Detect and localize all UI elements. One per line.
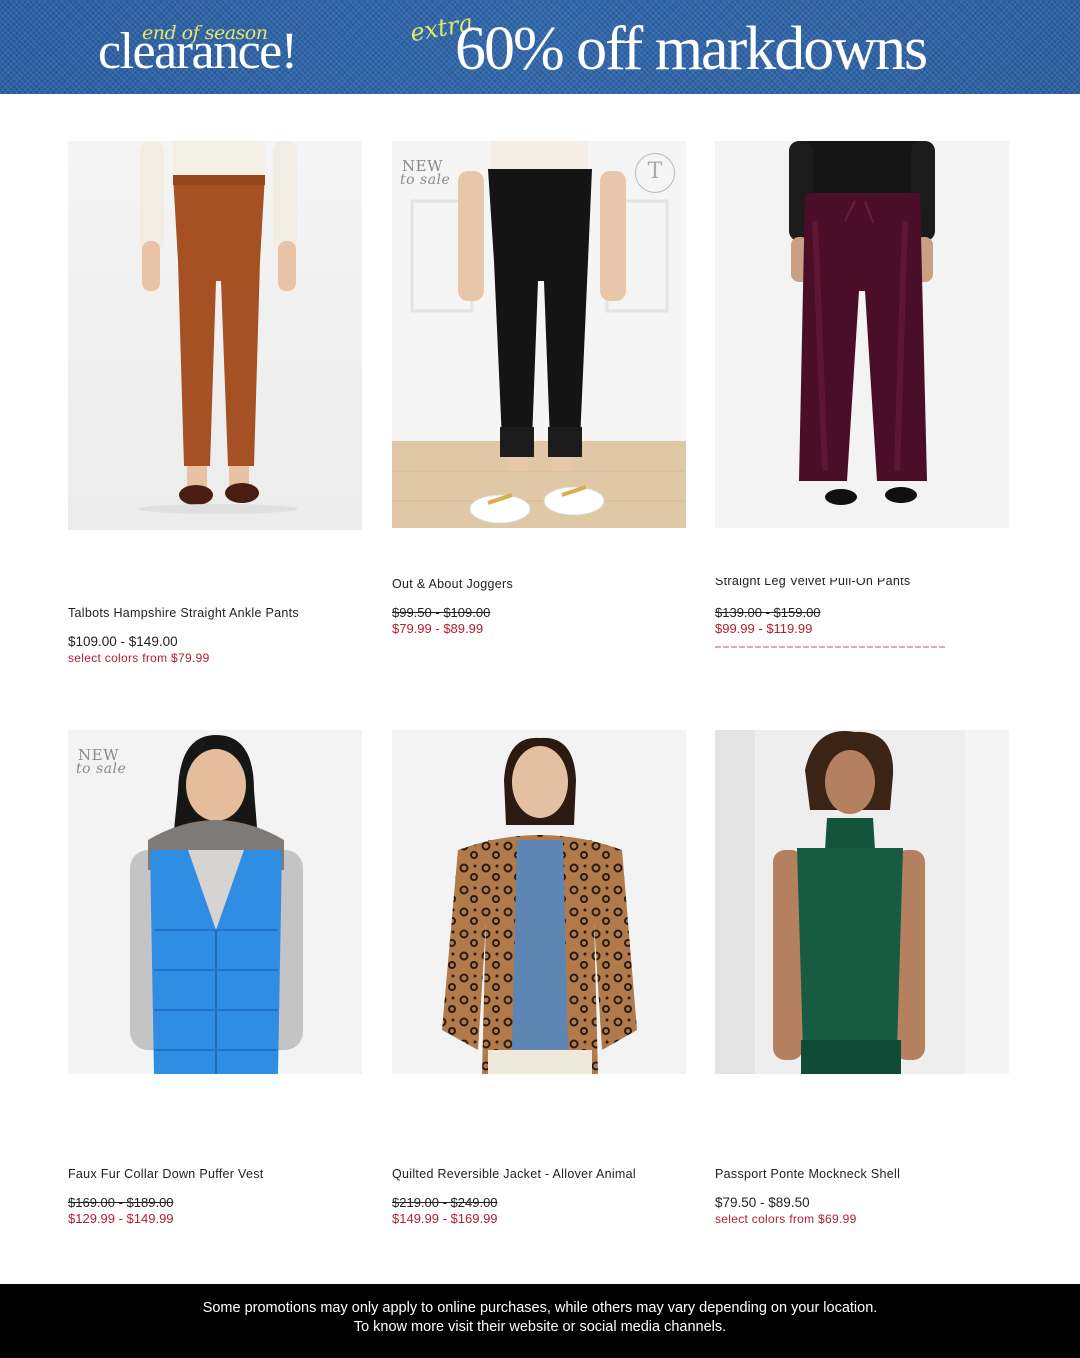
product-name-clip: Straight Leg Velvet Pull-On Pants	[715, 578, 1009, 589]
product-price: $109.00 - $149.00	[68, 634, 178, 649]
blue-puffer-vest-photo	[68, 730, 362, 1074]
disclaimer-line-1: Some promotions may only apply to online…	[202, 1300, 878, 1316]
badge-to-sale-label: to sale	[400, 172, 451, 188]
badge-to-sale-label: to sale	[76, 761, 127, 777]
product-name[interactable]: Talbots Hampshire Straight Ankle Pants	[68, 606, 299, 620]
product-image[interactable]	[715, 730, 1009, 1074]
velvet-pants-photo	[715, 141, 1009, 528]
product-image[interactable]: NEW to sale T	[392, 141, 686, 528]
product-sale-price: $149.99 - $169.99	[392, 1211, 498, 1226]
product-original-price: $99.50 - $109.00	[392, 605, 491, 620]
product-original-price: $169.00 - $189.00	[68, 1195, 174, 1210]
promo-text-clipped	[715, 645, 945, 648]
product-sale-price: $129.99 - $149.99	[68, 1211, 174, 1226]
product-sale-price: $99.99 - $119.99	[715, 621, 813, 636]
product-name[interactable]: Out & About Joggers	[392, 577, 513, 591]
product-card[interactable]: Talbots Hampshire Straight Ankle Pants $…	[68, 141, 362, 671]
promo-banner[interactable]: end of season clearance! extra 60% off m…	[0, 0, 1080, 94]
product-promo-note: select colors from $69.99	[715, 1212, 857, 1226]
product-name[interactable]: Passport Ponte Mockneck Shell	[715, 1167, 900, 1181]
product-sale-price: $79.99 - $89.99	[392, 621, 484, 636]
product-card[interactable]: NEW to sale T Out & About Joggers $99.50…	[392, 141, 686, 671]
product-image[interactable]	[68, 141, 362, 530]
new-to-sale-badge: NEW to sale	[76, 748, 127, 777]
product-image[interactable]	[715, 141, 1009, 528]
disclaimer-line-2: To know more visit their website or soci…	[353, 1319, 727, 1335]
product-name[interactable]: Faux Fur Collar Down Puffer Vest	[68, 1167, 264, 1181]
product-name[interactable]: Straight Leg Velvet Pull-On Pants	[715, 578, 910, 588]
leopard-jacket-photo	[392, 730, 686, 1074]
brand-logo-icon: T	[635, 153, 675, 193]
orange-ankle-pants-photo	[68, 141, 362, 530]
banner-headline: clearance!	[98, 23, 298, 80]
banner-offer: 60% off markdowns	[455, 15, 928, 83]
product-card[interactable]: Quilted Reversible Jacket - Allover Anim…	[392, 730, 686, 1230]
product-image[interactable]	[392, 730, 686, 1074]
disclaimer-footer: Some promotions may only apply to online…	[0, 1284, 1080, 1358]
product-price: $79.50 - $89.50	[715, 1195, 810, 1210]
product-original-price: $139.00 - $159.00	[715, 605, 821, 620]
product-image[interactable]: NEW to sale	[68, 730, 362, 1074]
product-card[interactable]: Straight Leg Velvet Pull-On Pants $139.0…	[715, 141, 1009, 671]
product-name[interactable]: Quilted Reversible Jacket - Allover Anim…	[392, 1167, 636, 1181]
black-joggers-photo	[392, 141, 686, 528]
promo-text-fragment	[715, 646, 945, 648]
product-original-price: $219.00 - $249.00	[392, 1195, 498, 1210]
new-to-sale-badge: NEW to sale	[400, 159, 451, 188]
product-promo-note: select colors from $79.99	[68, 651, 210, 665]
product-card[interactable]: NEW to sale Faux Fur Collar Down Puffer …	[68, 730, 362, 1230]
green-mockneck-photo	[715, 730, 1009, 1074]
product-card[interactable]: Passport Ponte Mockneck Shell $79.50 - $…	[715, 730, 1009, 1230]
